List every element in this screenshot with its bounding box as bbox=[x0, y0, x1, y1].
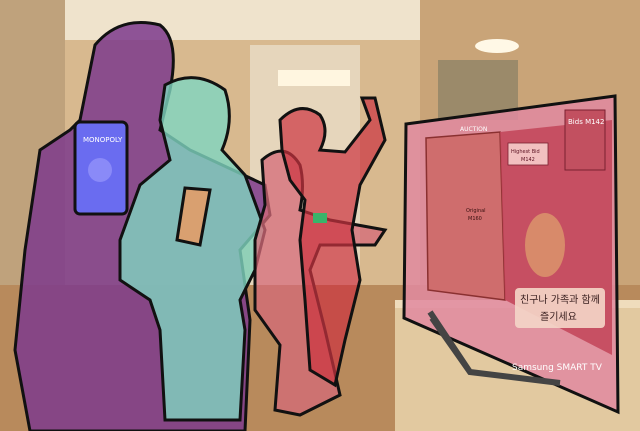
tv-bids-label: Bids M142 bbox=[568, 118, 604, 126]
monopoly-card-title: MONOPOLY bbox=[83, 136, 123, 144]
tv-highest-bid-label: Highest Bid bbox=[511, 149, 540, 155]
tv-highest-bid-value: M142 bbox=[521, 157, 535, 163]
tv-original-label: Original bbox=[466, 208, 486, 214]
tv-screen-game-board bbox=[425, 131, 506, 301]
tv-original-value: M160 bbox=[468, 216, 482, 222]
tv-banner-line2: 즐기세요 bbox=[540, 311, 577, 323]
tv-brand: Samsung SMART TV bbox=[512, 363, 603, 373]
tv-header-text: AUCTION bbox=[460, 126, 487, 133]
scene: Bids M142 AUCTION Highest Bid M142 Origi… bbox=[0, 0, 640, 431]
tv-banner-line1: 친구나 가족과 함께 bbox=[520, 294, 600, 306]
ceiling-light bbox=[278, 70, 350, 86]
monopoly-mascot bbox=[88, 158, 112, 182]
green-phone bbox=[313, 213, 327, 223]
round-ceiling-lamp bbox=[475, 39, 519, 53]
tv-mascot-figure bbox=[525, 213, 565, 277]
